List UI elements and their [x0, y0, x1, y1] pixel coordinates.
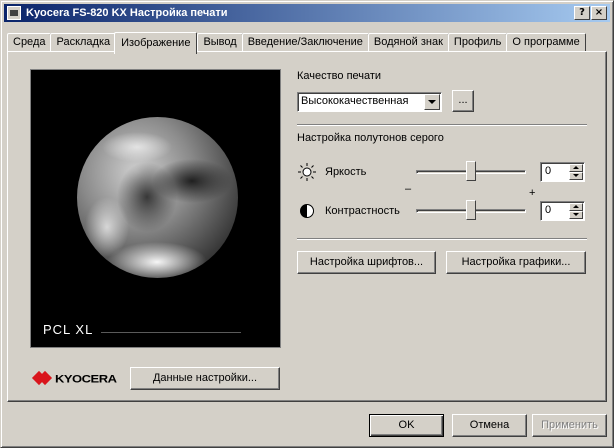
- tab-about[interactable]: О программе: [506, 33, 586, 52]
- apply-button-label: Применить: [541, 419, 598, 431]
- brightness-label: Яркость: [325, 166, 367, 178]
- settings-data-button-label: Данные настройки...: [152, 372, 258, 384]
- contrast-up-icon[interactable]: [569, 203, 583, 211]
- cancel-button-label: Отмена: [469, 419, 510, 431]
- kyocera-logo: KYOCERA: [34, 370, 117, 386]
- brightness-spinbox[interactable]: 0: [540, 162, 585, 182]
- cancel-button[interactable]: Отмена: [452, 414, 527, 437]
- brightness-up-icon[interactable]: [569, 164, 583, 172]
- brightness-value: 0: [545, 165, 552, 177]
- tab-image[interactable]: Изображение: [114, 32, 198, 54]
- graphics-settings-button[interactable]: Настройка графики...: [446, 251, 586, 274]
- tab-layout[interactable]: Раскладка: [50, 33, 117, 52]
- preview-divider: [101, 332, 241, 333]
- settings-data-button[interactable]: Данные настройки...: [130, 367, 280, 390]
- print-quality-more-label: ...: [458, 94, 468, 106]
- ok-button-label: OK: [398, 419, 415, 431]
- print-quality-select[interactable]: Высококачественная: [297, 92, 442, 112]
- tab-output[interactable]: Вывод: [197, 33, 243, 52]
- print-quality-value: Высококачественная: [301, 95, 409, 107]
- contrast-spinbox[interactable]: 0: [540, 201, 585, 221]
- graphics-settings-button-label: Настройка графики...: [461, 256, 571, 268]
- brightness-slider-thumb[interactable]: [466, 161, 477, 186]
- image-tab-panel: PCL XL KYOCERA Данные настройки... Качес…: [7, 51, 607, 402]
- halftone-label: Настройка полутонов серого: [297, 132, 444, 144]
- tab-watermark[interactable]: Водяной знак: [367, 33, 449, 52]
- ok-button[interactable]: OK: [369, 414, 444, 437]
- print-quality-label: Качество печати: [297, 70, 382, 82]
- font-settings-button-label: Настройка шрифтов...: [309, 256, 424, 268]
- sun-icon: [298, 163, 316, 181]
- print-quality-more-button[interactable]: ...: [452, 90, 474, 112]
- contrast-down-icon[interactable]: [569, 211, 583, 219]
- app-icon: [7, 6, 21, 20]
- preview-pdl-label: PCL XL: [43, 322, 94, 337]
- tab-strip: Среда Раскладка Изображение Вывод Введен…: [7, 31, 586, 54]
- separator-2: [297, 238, 587, 240]
- close-button[interactable]: ×: [591, 6, 607, 20]
- dropdown-arrow-icon[interactable]: [424, 94, 440, 110]
- help-button[interactable]: ?: [574, 6, 590, 20]
- preview-image: PCL XL: [30, 69, 281, 348]
- close-icon: ×: [594, 7, 604, 18]
- contrast-value: 0: [545, 204, 552, 216]
- print-settings-window: Kyocera FS-820 KX Настройка печати ? × С…: [0, 0, 614, 448]
- brightness-down-icon[interactable]: [569, 172, 583, 180]
- earth-globe-image: [77, 117, 238, 278]
- kyocera-logo-icon: [34, 370, 50, 386]
- window-title: Kyocera FS-820 KX Настройка печати: [26, 7, 228, 19]
- slider-minus-label: –: [405, 183, 412, 195]
- kyocera-logo-text: KYOCERA: [55, 371, 117, 385]
- separator-1: [297, 124, 587, 126]
- tab-intro-outro[interactable]: Введение/Заключение: [241, 33, 369, 52]
- font-settings-button[interactable]: Настройка шрифтов...: [297, 251, 436, 274]
- title-bar[interactable]: Kyocera FS-820 KX Настройка печати ? ×: [4, 4, 610, 22]
- tab-profile[interactable]: Профиль: [447, 33, 508, 52]
- help-icon: ?: [579, 7, 585, 18]
- contrast-icon: [300, 204, 314, 218]
- apply-button[interactable]: Применить: [532, 414, 607, 437]
- slider-plus-label: +: [529, 187, 536, 199]
- contrast-label: Контрастность: [325, 205, 400, 217]
- tab-environment[interactable]: Среда: [7, 33, 52, 52]
- contrast-slider-thumb[interactable]: [466, 200, 477, 225]
